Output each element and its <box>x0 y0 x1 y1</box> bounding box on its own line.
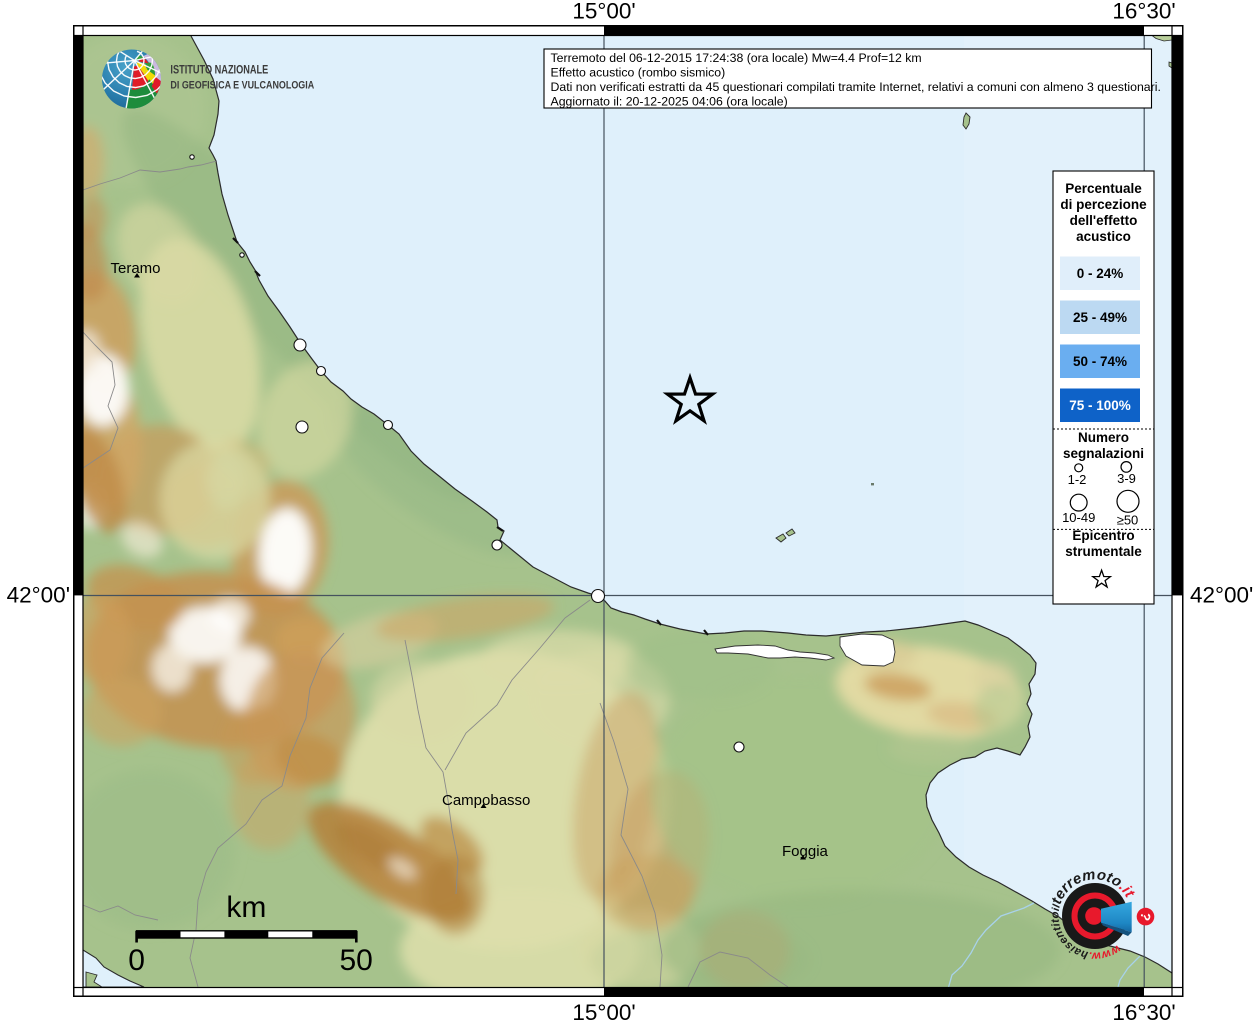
svg-text:segnalazioni: segnalazioni <box>1063 446 1144 461</box>
svg-text:Percentuale: Percentuale <box>1065 181 1142 196</box>
svg-text:15°00': 15°00' <box>572 1000 635 1024</box>
svg-text:dell'effetto: dell'effetto <box>1070 213 1138 228</box>
svg-text:0 - 24%: 0 - 24% <box>1077 266 1124 281</box>
svg-text:75 - 100%: 75 - 100% <box>1069 398 1131 413</box>
svg-text:acustico: acustico <box>1076 229 1131 244</box>
svg-text:42°00': 42°00' <box>7 583 70 608</box>
svg-text:16°30': 16°30' <box>1112 0 1175 24</box>
svg-text:di percezione: di percezione <box>1060 197 1147 212</box>
svg-text:1-2: 1-2 <box>1068 472 1087 487</box>
svg-text:0: 0 <box>128 944 145 977</box>
svg-text:15°00': 15°00' <box>572 0 635 24</box>
svg-text:Effetto acustico (rombo sismic: Effetto acustico (rombo sismico) <box>551 65 726 79</box>
svg-text:Epicentro: Epicentro <box>1072 528 1134 543</box>
svg-text:Aggiornato il: 20-12-2025 04:0: Aggiornato il: 20-12-2025 04:06 (ora loc… <box>551 94 788 108</box>
svg-text:Terremoto del 06-12-2015 17:24: Terremoto del 06-12-2015 17:24:38 (ora l… <box>551 51 922 65</box>
svg-text:Campobasso: Campobasso <box>442 792 530 809</box>
svg-text:50: 50 <box>340 944 373 977</box>
svg-text:25 - 49%: 25 - 49% <box>1073 310 1127 325</box>
svg-text:3-9: 3-9 <box>1117 471 1136 486</box>
svg-text:42°00': 42°00' <box>1190 583 1253 608</box>
svg-text:km: km <box>226 891 266 924</box>
svg-text:Foggia: Foggia <box>782 843 829 860</box>
svg-text:50 - 74%: 50 - 74% <box>1073 354 1127 369</box>
svg-text:10-49: 10-49 <box>1062 510 1095 525</box>
svg-text:DI GEOFISICA E VULCANOLOGIA: DI GEOFISICA E VULCANOLOGIA <box>170 80 314 92</box>
svg-text:Teramo: Teramo <box>111 260 161 277</box>
svg-text:≥50: ≥50 <box>1117 513 1139 528</box>
svg-text:16°30': 16°30' <box>1112 1000 1175 1024</box>
svg-text:Dati non verificati estratti d: Dati non verificati estratti da 45 quest… <box>551 80 1161 94</box>
svg-text:Numero: Numero <box>1078 430 1129 445</box>
svg-text:strumentale: strumentale <box>1065 544 1142 559</box>
svg-text:ISTITUTO NAZIONALE: ISTITUTO NAZIONALE <box>170 65 268 77</box>
